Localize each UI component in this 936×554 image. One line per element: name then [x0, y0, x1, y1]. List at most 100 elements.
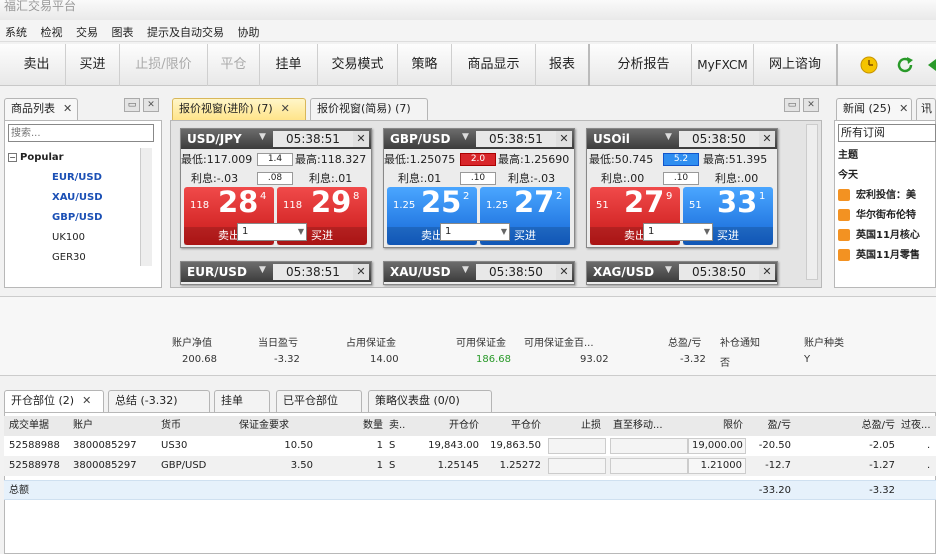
sell-button[interactable]: 卖出 — [8, 44, 66, 86]
column-header[interactable]: 总盈/亏 — [794, 416, 898, 436]
close-icon[interactable]: ✕ — [281, 99, 290, 119]
restore-icon[interactable]: ▭ — [124, 98, 140, 112]
product-item[interactable]: GBP/USD — [8, 208, 148, 228]
cell-side: S — [389, 460, 396, 471]
close-icon[interactable]: ✕ — [556, 131, 572, 147]
close-icon[interactable]: ✕ — [353, 131, 369, 147]
close-icon[interactable]: ✕ — [803, 98, 819, 112]
tab-orders[interactable]: 挂单 — [214, 390, 270, 412]
dropdown-icon[interactable]: ▼ — [462, 132, 474, 146]
product-item[interactable]: XAU/USD — [8, 188, 148, 208]
column-header[interactable]: 止损 — [544, 416, 604, 436]
tab-quotes-advanced[interactable]: 报价视窗(进阶) (7) ✕ — [172, 98, 306, 120]
tile-symbol: USOil — [593, 132, 630, 146]
cell-limit[interactable]: 1.21000 — [688, 458, 746, 474]
tab-strategy-dashboard[interactable]: 策略仪表盘 (0/0) — [368, 390, 492, 412]
dropdown-icon[interactable]: ▼ — [259, 132, 271, 146]
column-header[interactable]: 过夜... — [898, 416, 936, 436]
quotes-scrollbar[interactable] — [806, 124, 818, 280]
column-header[interactable]: 账户 — [70, 416, 158, 436]
news-filter-select[interactable]: 所有订阅 — [838, 124, 936, 142]
menu-charts[interactable]: 图表 — [107, 20, 139, 40]
news-item[interactable]: 宏利投信：美 — [838, 186, 936, 206]
column-header[interactable]: 直至移动... — [610, 416, 688, 436]
tab-quotes-simple[interactable]: 报价视窗(简易) (7) — [310, 98, 428, 120]
dropdown-icon[interactable]: ▼ — [259, 265, 271, 279]
column-header[interactable]: 货币 — [158, 416, 236, 436]
alarm-clock-icon[interactable] — [858, 54, 880, 76]
close-icon[interactable]: ✕ — [353, 264, 369, 280]
tab-news[interactable]: 新闻 (25) ✕ — [836, 98, 912, 120]
tab-summary[interactable]: 总结 (-3.32) — [108, 390, 210, 412]
cell-symbol: GBP/USD — [161, 460, 207, 471]
entry-order-button[interactable]: 挂单 — [260, 44, 318, 86]
tab-closed-positions[interactable]: 已平仓部位 — [276, 390, 362, 412]
menu-system[interactable]: 系统 — [0, 20, 32, 40]
tab-products[interactable]: 商品列表 ✕ — [4, 98, 78, 120]
cell-limit[interactable]: 19,000.00 — [688, 438, 746, 454]
close-icon[interactable]: ✕ — [82, 391, 91, 411]
column-header[interactable]: 数量 — [316, 416, 386, 436]
live-chat-button[interactable]: 网上谘询 — [754, 44, 838, 86]
tab-open-positions[interactable]: 开仓部位 (2) ✕ — [4, 390, 104, 412]
cell-side: S — [389, 440, 396, 451]
product-item[interactable]: UK100 — [8, 228, 148, 248]
close-icon[interactable]: ✕ — [759, 264, 775, 280]
cell-trailing[interactable] — [610, 438, 688, 454]
quantity-select[interactable]: 1 ▼ — [643, 223, 713, 241]
menu-trading[interactable]: 交易 — [71, 20, 103, 40]
column-header[interactable]: 保证金要求 — [236, 416, 316, 436]
close-icon[interactable]: ✕ — [63, 99, 72, 119]
product-item[interactable]: GER30 — [8, 248, 148, 268]
quantity-select[interactable]: 1 ▼ — [237, 223, 307, 241]
trading-mode-button[interactable]: 交易模式 — [318, 44, 398, 86]
menu-help[interactable]: 协助 — [233, 20, 265, 40]
report-button[interactable]: 报表 — [536, 44, 590, 86]
cell-margin: 3.50 — [290, 460, 313, 471]
news-item[interactable]: 英国11月核心 — [838, 226, 936, 246]
menu-alerts[interactable]: 提示及自动交易 — [142, 20, 229, 40]
dropdown-icon[interactable]: ▼ — [462, 265, 474, 279]
dropdown-icon[interactable]: ▼ — [665, 132, 677, 146]
close-position-button[interactable]: 平仓 — [208, 44, 260, 86]
table-row[interactable]: 52588988 3800085297 US30 10.50 1 S 19,84… — [4, 436, 936, 456]
close-icon[interactable]: ✕ — [899, 99, 908, 119]
news-item[interactable]: 华尔街布伦特 — [838, 206, 936, 226]
column-header[interactable]: 卖.. — [386, 416, 422, 436]
dropdown-icon[interactable]: ▼ — [665, 265, 677, 279]
menu-view[interactable]: 检视 — [36, 20, 68, 40]
tile-time: 05:38:50 — [679, 264, 759, 280]
quantity-select[interactable]: 1 ▼ — [440, 223, 510, 241]
strategy-button[interactable]: 策略 — [398, 44, 452, 86]
column-header[interactable]: 成交单据 — [6, 416, 70, 436]
news-item[interactable]: 英国11月零售 — [838, 246, 936, 266]
cell-pl: -12.7 — [765, 460, 791, 471]
restore-icon[interactable]: ▭ — [784, 98, 800, 112]
product-item[interactable]: EUR/USD — [8, 168, 148, 188]
tree-group-popular[interactable]: − Popular — [8, 148, 148, 168]
column-header[interactable]: 盈/亏 — [746, 416, 794, 436]
stop-limit-button[interactable]: 止损/限价 — [120, 44, 208, 86]
close-icon[interactable]: ✕ — [556, 264, 572, 280]
refresh-icon[interactable] — [894, 54, 916, 76]
rss-icon — [838, 249, 850, 261]
tab-news-2[interactable]: 讯 — [916, 98, 936, 120]
column-header[interactable]: 开仓价 — [422, 416, 482, 436]
buy-button[interactable]: 买进 — [66, 44, 120, 86]
arrow-icon[interactable] — [926, 54, 936, 76]
close-icon[interactable]: ✕ — [759, 131, 775, 147]
myfxcm-button[interactable]: MyFXCM — [692, 44, 754, 86]
main-toolbar: 卖出 买进 止损/限价 平仓 挂单 交易模式 策略 商品显示 报表 分析报告 M… — [0, 44, 936, 86]
analysis-report-button[interactable]: 分析报告 — [596, 44, 692, 86]
column-header[interactable]: 平仓价 — [482, 416, 544, 436]
close-icon[interactable]: ✕ — [143, 98, 159, 112]
table-row[interactable]: 52588978 3800085297 GBP/USD 3.50 1 S 1.2… — [4, 456, 936, 476]
cell-stop[interactable] — [548, 438, 606, 454]
product-display-button[interactable]: 商品显示 — [452, 44, 536, 86]
product-search-input[interactable] — [8, 124, 154, 142]
cell-stop[interactable] — [548, 458, 606, 474]
cell-trailing[interactable] — [610, 458, 688, 474]
column-header[interactable]: 限价 — [688, 416, 746, 436]
products-scrollbar[interactable] — [140, 148, 152, 266]
account-equity: 200.68 — [182, 354, 217, 365]
